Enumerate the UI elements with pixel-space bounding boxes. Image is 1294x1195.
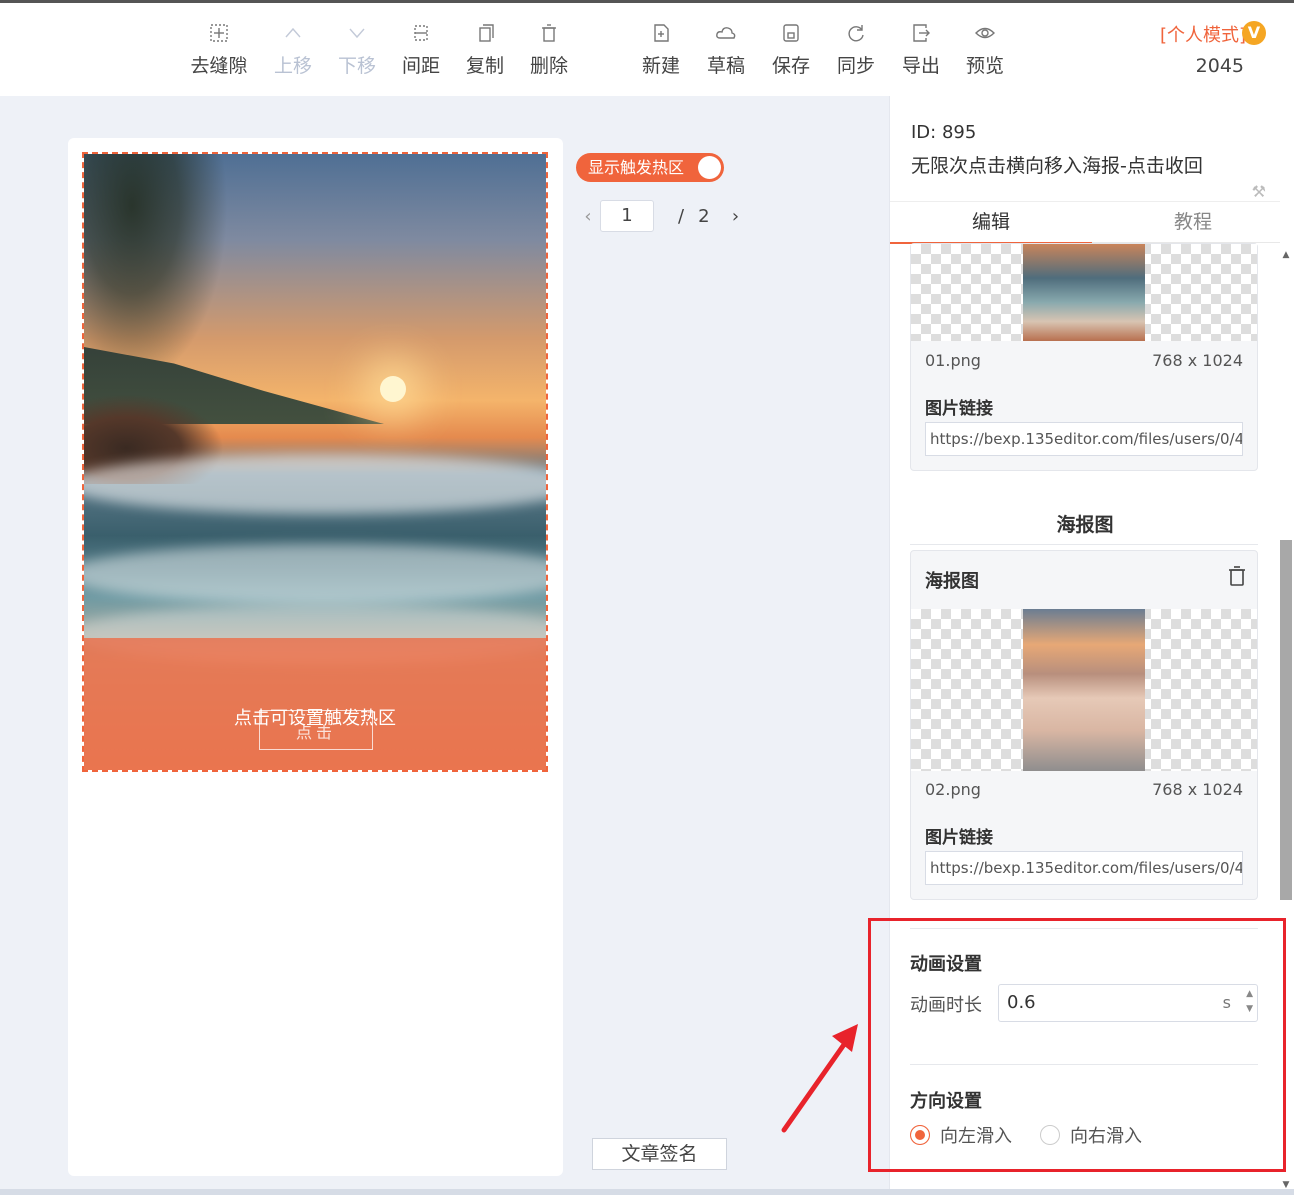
hotzone-hint: 点击可设置触发热区	[234, 708, 396, 729]
copy-label: 复制	[465, 55, 504, 77]
export-label: 导出	[901, 55, 940, 77]
copy-button[interactable]: 复制	[450, 23, 520, 78]
toggle-knob	[698, 156, 721, 179]
trash-icon[interactable]	[1227, 565, 1247, 591]
trash-icon	[514, 23, 584, 45]
personal-mode-link[interactable]: [个人模式] V	[1160, 21, 1266, 47]
sun	[380, 376, 406, 402]
image-preview-1	[911, 244, 1257, 341]
grid-icon	[184, 23, 254, 45]
file-name: 01.png	[925, 351, 981, 370]
toggle-label: 显示触发热区	[588, 158, 685, 177]
annotation-arrow-icon	[781, 1024, 858, 1133]
tab-tutorial[interactable]: 教程	[1092, 202, 1294, 244]
image-link-label: 图片链接	[925, 399, 993, 419]
sync-button[interactable]: 同步	[821, 23, 891, 78]
new-button[interactable]: 新建	[626, 23, 696, 78]
save-icon	[756, 23, 826, 45]
wave-foam	[84, 544, 546, 604]
draft-button[interactable]: 草稿	[691, 23, 761, 78]
image-link-label: 图片链接	[925, 828, 993, 848]
poster-card: 海报图 02.png 768 x 1024 图片链接 https://bexp.…	[910, 550, 1258, 900]
page-navigator: ‹ 1 / 2 ›	[576, 199, 748, 233]
poster-section-title: 海报图	[1056, 514, 1114, 536]
credit-count: 2045	[1195, 55, 1244, 77]
eye-icon	[950, 23, 1020, 45]
draft-label: 草稿	[706, 55, 745, 77]
cloud-icon	[691, 23, 761, 45]
chevron-up-icon	[258, 23, 328, 45]
window-bottom-edge	[0, 1189, 1294, 1195]
move-down-label: 下移	[337, 55, 376, 77]
sync-label: 同步	[836, 55, 875, 77]
spacing-button[interactable]: 间距	[386, 23, 456, 78]
page-number-input[interactable]: 1	[600, 200, 654, 232]
portrait-thumbnail	[1023, 609, 1145, 771]
export-button[interactable]: 导出	[886, 23, 956, 78]
image-card-1: 01.png 768 x 1024 图片链接 https://bexp.135e…	[910, 243, 1258, 471]
show-hotzone-toggle[interactable]: 显示触发热区	[576, 153, 724, 182]
mode-label: [个人模式]	[1159, 25, 1246, 46]
poster-card-title: 海报图	[925, 571, 979, 592]
panel-tabs: 编辑 教程	[890, 201, 1280, 244]
page-total: 2	[698, 205, 710, 227]
editor-canvas: 点击 点击可设置触发热区	[68, 138, 563, 1176]
prev-page-icon[interactable]: ‹	[576, 206, 600, 227]
spacing-label: 间距	[401, 55, 440, 77]
save-button[interactable]: 保存	[756, 23, 826, 78]
tab-edit[interactable]: 编辑	[890, 202, 1092, 244]
wave-foam	[84, 454, 546, 514]
poster-preview	[911, 609, 1257, 771]
new-file-icon	[626, 23, 696, 45]
image-link-input[interactable]: https://bexp.135editor.com/files/users/0…	[925, 422, 1243, 456]
move-down-button[interactable]: 下移	[322, 23, 392, 78]
template-name: 无限次点击横向移入海报-点击收回	[911, 155, 1203, 177]
top-toolbar: 去缝隙 上移 下移 间距 复制 删除 新建 草稿 保存 同步 导出 预览 [个人…	[0, 0, 1294, 96]
wrench-icon[interactable]: ⚒	[1252, 182, 1266, 201]
save-label: 保存	[771, 55, 810, 77]
beach-thumbnail	[1023, 244, 1145, 341]
remove-gap-label: 去缝隙	[190, 55, 248, 77]
preview-button[interactable]: 预览	[950, 23, 1020, 78]
sync-icon	[821, 23, 891, 45]
delete-button[interactable]: 删除	[514, 23, 584, 78]
article-signature-button[interactable]: 文章签名	[592, 1138, 727, 1170]
highlight-box	[868, 918, 1286, 1172]
chevron-down-icon	[322, 23, 392, 45]
move-up-label: 上移	[273, 55, 312, 77]
template-id: ID: 895	[911, 122, 977, 143]
image-link-input[interactable]: https://bexp.135editor.com/files/users/0…	[925, 851, 1243, 885]
vip-badge-icon: V	[1242, 21, 1266, 45]
move-up-button[interactable]: 上移	[258, 23, 328, 78]
remove-gap-button[interactable]: 去缝隙	[184, 23, 254, 78]
scroll-up-icon[interactable]: ▲	[1280, 250, 1292, 260]
scrollbar-thumb[interactable]	[1280, 540, 1292, 900]
poster-image[interactable]: 点击 点击可设置触发热区	[82, 152, 548, 772]
copy-icon	[450, 23, 520, 45]
delete-label: 删除	[529, 55, 568, 77]
file-size: 768 x 1024	[1152, 780, 1243, 799]
next-page-icon[interactable]: ›	[724, 206, 748, 227]
preview-label: 预览	[965, 55, 1004, 77]
file-name: 02.png	[925, 780, 981, 799]
export-icon	[886, 23, 956, 45]
divider	[910, 544, 1258, 545]
new-label: 新建	[641, 55, 680, 77]
file-size: 768 x 1024	[1152, 351, 1243, 370]
page-separator: /	[678, 205, 685, 227]
spacing-icon	[386, 23, 456, 45]
